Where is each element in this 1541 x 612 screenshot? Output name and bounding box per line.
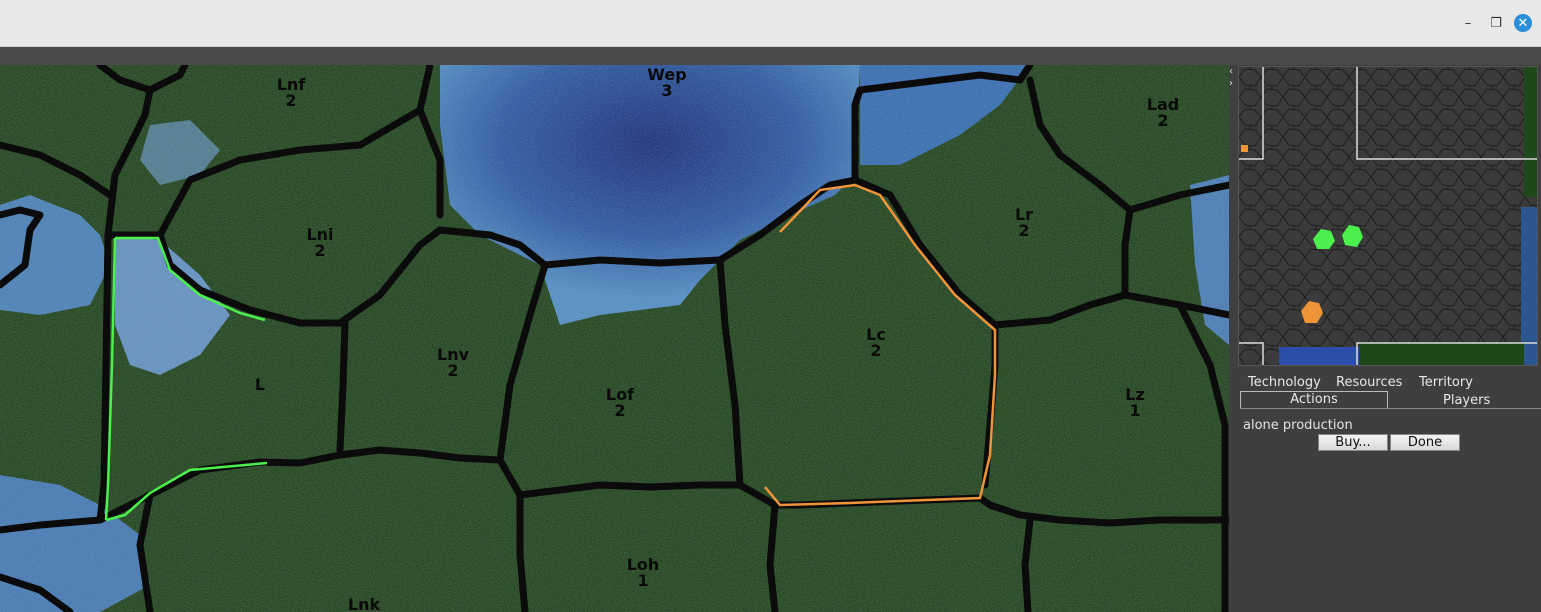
minimize-icon[interactable]: – <box>1459 14 1477 32</box>
region-label-lr[interactable]: Lr 2 <box>1015 207 1033 239</box>
tab-territory[interactable]: Territory <box>1419 375 1473 390</box>
tab-divider <box>1240 408 1541 409</box>
region-label-lnv[interactable]: Lnv 2 <box>437 347 469 379</box>
region-label-lad[interactable]: Lad 2 <box>1147 97 1179 129</box>
region-label-lnk[interactable]: Lnk <box>348 597 380 612</box>
tab-actions[interactable]: Actions <box>1240 391 1388 409</box>
minimap-orange-marker <box>1241 145 1248 152</box>
done-button[interactable]: Done <box>1390 434 1460 451</box>
region-label-lof[interactable]: Lof 2 <box>606 387 634 419</box>
chevron-right-icon[interactable]: › <box>1229 78 1237 90</box>
minimap-water-south <box>1279 347 1359 365</box>
minimap-water-east <box>1521 207 1537 365</box>
region-label-loh[interactable]: Loh 1 <box>627 557 660 589</box>
toolbar-strip <box>0 47 1541 65</box>
title-bar: – ❐ ✕ <box>0 0 1541 47</box>
status-text: alone production <box>1243 418 1353 433</box>
region-label-wep[interactable]: Wep 3 <box>647 67 686 99</box>
minimap-cells <box>1239 67 1537 365</box>
tab-technology[interactable]: Technology <box>1248 375 1321 390</box>
region-label-lc[interactable]: Lc 2 <box>866 327 886 359</box>
minimap-land-south <box>1359 342 1524 365</box>
terrain-texture <box>0 65 1229 612</box>
region-label-lz[interactable]: Lz 1 <box>1125 387 1145 419</box>
region-label-l[interactable]: L <box>255 377 265 393</box>
buy-button[interactable]: Buy... <box>1318 434 1388 451</box>
tab-resources[interactable]: Resources <box>1336 375 1402 390</box>
collapse-toggle[interactable]: ‹ › <box>1229 66 1237 90</box>
tab-players[interactable]: Players <box>1443 393 1490 408</box>
game-map[interactable]: Lnf 2 Wep 3 Lad 2 Lni 2 Lr 2 Lc 2 Lnv 2 L Lof 2 … <box>0 65 1229 612</box>
region-label-lni[interactable]: Lni 2 <box>306 227 333 259</box>
minimap[interactable] <box>1238 66 1538 366</box>
minimap-land-east <box>1524 67 1537 197</box>
close-icon[interactable]: ✕ <box>1514 14 1532 32</box>
region-label-lnf[interactable]: Lnf 2 <box>277 77 306 109</box>
minimap-canvas <box>1239 67 1537 365</box>
restore-icon[interactable]: ❐ <box>1487 14 1505 32</box>
chevron-left-icon[interactable]: ‹ <box>1229 66 1237 78</box>
map-canvas <box>0 65 1229 612</box>
